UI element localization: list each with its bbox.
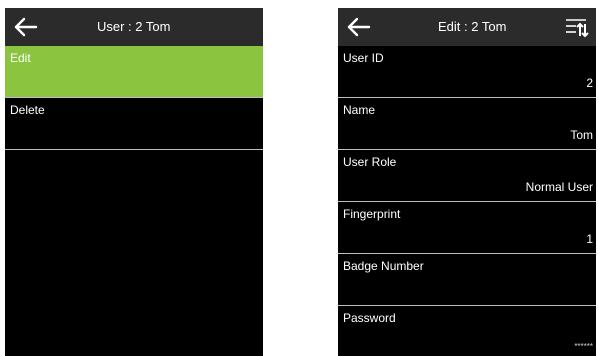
field-user-role[interactable]: User Role Normal User bbox=[338, 150, 596, 202]
menu-item-edit[interactable]: Edit bbox=[5, 46, 263, 98]
field-password[interactable]: Password ****** bbox=[338, 306, 596, 356]
field-label: User Role bbox=[343, 155, 397, 169]
back-arrow-icon[interactable] bbox=[11, 14, 41, 40]
header-bar: Edit : 2 Tom bbox=[338, 8, 596, 46]
field-value: Normal User bbox=[525, 180, 593, 194]
menu-item-label: Delete bbox=[10, 103, 45, 117]
page-title: User : 2 Tom bbox=[97, 19, 171, 34]
field-label: User ID bbox=[343, 51, 384, 65]
field-fingerprint[interactable]: Fingerprint 1 bbox=[338, 202, 596, 254]
menu-item-label: Edit bbox=[10, 51, 31, 65]
menu-item-delete[interactable]: Delete bbox=[5, 98, 263, 150]
field-label: Badge Number bbox=[343, 259, 424, 273]
page-title: Edit : 2 Tom bbox=[438, 19, 507, 34]
sort-icon[interactable] bbox=[564, 15, 590, 39]
back-arrow-icon[interactable] bbox=[344, 14, 374, 40]
edit-user-screen: Edit : 2 Tom User ID 2 Name Tom User Rol… bbox=[338, 8, 596, 356]
user-menu-screen: User : 2 Tom Edit Delete bbox=[5, 8, 263, 356]
field-name[interactable]: Name Tom bbox=[338, 98, 596, 150]
field-value: 1 bbox=[586, 232, 593, 246]
field-label: Name bbox=[343, 103, 376, 117]
field-value: Tom bbox=[570, 128, 593, 142]
field-user-id[interactable]: User ID 2 bbox=[338, 46, 596, 98]
header-bar: User : 2 Tom bbox=[5, 8, 263, 46]
field-label: Fingerprint bbox=[343, 207, 401, 221]
field-value: 2 bbox=[586, 76, 593, 90]
field-label: Password bbox=[343, 311, 396, 325]
field-value: ****** bbox=[574, 342, 593, 351]
field-badge-number[interactable]: Badge Number bbox=[338, 254, 596, 306]
